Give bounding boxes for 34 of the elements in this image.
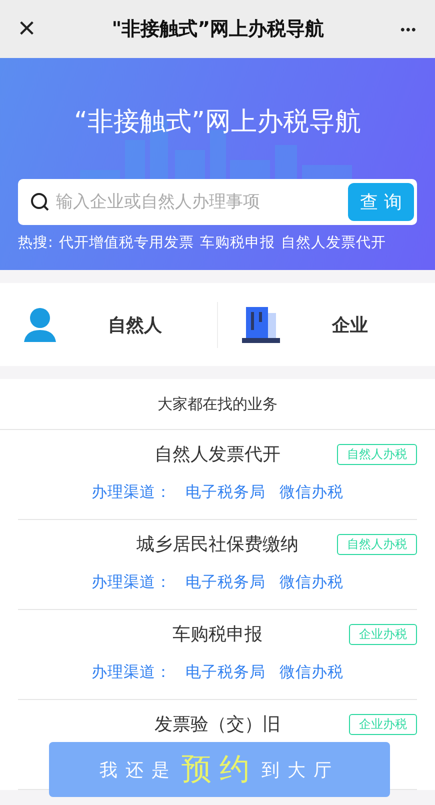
channel-link[interactable]: 微信办税	[280, 482, 344, 503]
channel-label: 办理渠道：	[92, 662, 172, 683]
service-name[interactable]: 车购税申报	[172, 622, 262, 646]
building-icon	[242, 306, 280, 342]
page-title: "非接触式”网上办税导航	[112, 17, 324, 42]
hot-search-link[interactable]: 车购税申报	[200, 233, 275, 252]
hot-search-link[interactable]: 自然人发票代开	[280, 233, 386, 252]
category-button[interactable]: 自然人	[0, 283, 217, 366]
channel-link[interactable]: 微信办税	[280, 662, 344, 683]
person-icon	[24, 308, 56, 342]
close-button[interactable]: ×	[18, 14, 36, 44]
category-tag: 企业办税	[349, 624, 417, 644]
search-icon	[30, 192, 50, 212]
service-name[interactable]: 发票验（交）旧	[154, 712, 280, 736]
channel-link[interactable]: 电子税务局	[186, 572, 266, 593]
more-button[interactable]: •••	[400, 22, 417, 36]
search-button[interactable]: 查 询	[348, 183, 414, 221]
category-tag: 自然人办税	[337, 444, 417, 464]
category-tag: 企业办税	[349, 714, 417, 734]
service-name[interactable]: 自然人发票代开	[154, 442, 280, 466]
channel-link[interactable]: 微信办税	[280, 572, 344, 593]
banner-title: “非接触式”网上办税导航	[74, 106, 361, 139]
channel-label: 办理渠道：	[92, 482, 172, 503]
hot-search-link[interactable]: 代开增值税专用发票	[58, 233, 194, 252]
channel-label: 办理渠道：	[92, 572, 172, 593]
category-tag: 自然人办税	[337, 534, 417, 554]
category-button[interactable]: 企业	[218, 283, 435, 366]
hot-search-label: 热搜:	[18, 234, 53, 252]
channel-link[interactable]: 电子税务局	[186, 482, 266, 503]
service-name[interactable]: 城乡居民社保费缴纳	[136, 532, 298, 556]
section-title: 大家都在找的业务	[158, 394, 278, 414]
search-field[interactable]: 输入企业或自然人办理事项 查 询	[18, 179, 417, 225]
appointment-button[interactable]: 我还是 预约 到大厅	[49, 742, 390, 797]
channel-link[interactable]: 电子税务局	[186, 662, 266, 683]
